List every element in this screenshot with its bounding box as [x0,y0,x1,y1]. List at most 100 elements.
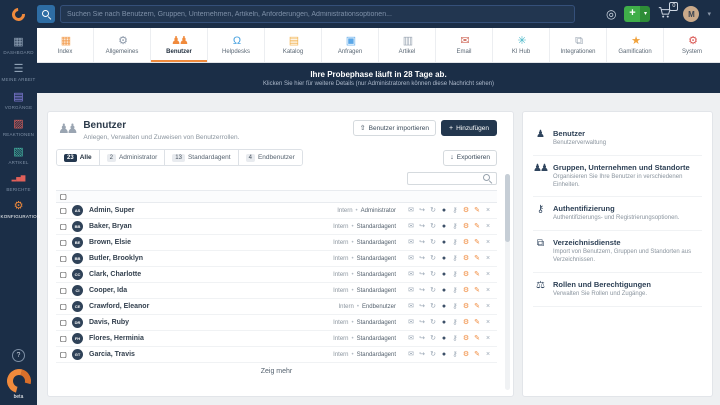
edit-icon[interactable]: ✎ [473,254,481,264]
admin-menu-item[interactable]: ▦ Index [37,28,93,62]
admin-menu-item[interactable]: Ω Helpdesks [207,28,264,62]
settings-icon[interactable]: ⚙ [462,206,470,216]
edit-icon[interactable]: ✎ [473,286,481,296]
delete-icon[interactable]: × [484,254,492,264]
edit-icon[interactable]: ✎ [473,270,481,280]
settings-icon[interactable]: ⚙ [462,270,470,280]
mail-icon[interactable]: ✉ [407,238,415,248]
settings-icon[interactable]: ⚙ [462,302,470,312]
settings-icon[interactable]: ⚙ [462,350,470,360]
settings-icon[interactable]: ⚙ [462,286,470,296]
admin-menu-item[interactable]: ♟♟ Benutzer [150,28,207,62]
settings-nav-item[interactable]: ⧉ Verzeichnisdienste Import von Benutzer… [533,231,702,273]
global-search-button[interactable] [37,5,55,23]
reset-password-icon[interactable]: ↻ [429,238,437,248]
permissions-icon[interactable]: ● [440,238,448,248]
role-filter-tab[interactable]: 4 Endbenutzer [237,150,302,165]
edit-icon[interactable]: ✎ [473,206,481,216]
admin-menu-item[interactable]: ✉ Email [435,28,492,62]
quick-add-button[interactable]: + ▾ [624,6,651,22]
table-row[interactable]: CI Cooper, Ida Intern • Standardagent ✉ … [56,283,497,299]
edit-icon[interactable]: ✎ [473,350,481,360]
row-checkbox[interactable] [60,239,67,246]
row-checkbox[interactable] [60,351,67,358]
login-as-icon[interactable]: ↪ [418,270,426,280]
reset-password-icon[interactable]: ↻ [429,350,437,360]
admin-menu-item[interactable]: ★ Gamification [606,28,663,62]
select-all-checkbox[interactable] [60,193,67,200]
permissions-icon[interactable]: ● [440,286,448,296]
settings-icon[interactable]: ⚙ [462,254,470,264]
table-row[interactable]: DR Davis, Ruby Intern • Standardagent ✉ … [56,315,497,331]
delete-icon[interactable]: × [484,206,492,216]
api-key-icon[interactable]: ⚷ [451,318,459,328]
row-checkbox[interactable] [60,287,67,294]
delete-icon[interactable]: × [484,270,492,280]
table-row[interactable]: AS Admin, Super Intern • Administrator ✉… [56,203,497,219]
table-row[interactable]: CE Crawford, Eleanor Intern • Endbenutze… [56,299,497,315]
admin-menu-item[interactable]: ⚙ System [663,28,720,62]
global-search-input[interactable] [60,5,575,23]
login-as-icon[interactable]: ↪ [418,334,426,344]
permissions-icon[interactable]: ● [440,222,448,232]
settings-icon[interactable]: ⚙ [462,238,470,248]
reset-password-icon[interactable]: ↻ [429,318,437,328]
permissions-icon[interactable]: ● [440,206,448,216]
permissions-icon[interactable]: ● [440,254,448,264]
sidebar-item[interactable]: ▤ VORGÄNGE [0,91,37,110]
delete-icon[interactable]: × [484,302,492,312]
api-key-icon[interactable]: ⚷ [451,286,459,296]
row-checkbox[interactable] [60,255,67,262]
admin-menu-item[interactable]: ▥ Artikel [378,28,435,62]
table-row[interactable]: BB Baker, Bryan Intern • Standardagent ✉… [56,219,497,235]
login-as-icon[interactable]: ↪ [418,286,426,296]
api-key-icon[interactable]: ⚷ [451,302,459,312]
reset-password-icon[interactable]: ↻ [429,334,437,344]
user-avatar[interactable]: M [683,6,700,22]
delete-icon[interactable]: × [484,318,492,328]
login-as-icon[interactable]: ↪ [418,318,426,328]
mail-icon[interactable]: ✉ [407,318,415,328]
role-filter-tab[interactable]: 13 Standardagent [164,150,238,165]
role-filter-tab[interactable]: 23 Alle [57,150,99,165]
admin-menu-item[interactable]: ⧉ Integrationen [549,28,606,62]
admin-menu-item[interactable]: ✳ KI Hub [492,28,549,62]
settings-icon[interactable]: ⚙ [462,222,470,232]
table-row[interactable]: BB Butler, Brooklyn Intern • Standardage… [56,251,497,267]
cart-button[interactable]: 0 [658,2,679,22]
show-more-link[interactable]: Zeig mehr [56,363,497,378]
mail-icon[interactable]: ✉ [407,302,415,312]
mail-icon[interactable]: ✉ [407,254,415,264]
edit-icon[interactable]: ✎ [473,238,481,248]
mail-icon[interactable]: ✉ [407,206,415,216]
table-row[interactable]: GT Garcia, Travis Intern • Standardagent… [56,347,497,363]
trial-banner[interactable]: Ihre Probephase läuft in 28 Tage ab. Kli… [37,63,720,93]
settings-nav-item[interactable]: ⚷ Authentifizierung Authentifizierungs- … [533,197,702,232]
admin-menu-item[interactable]: ⚙ Allgemeines [93,28,150,62]
admin-menu-item[interactable]: ▣ Anfragen [321,28,378,62]
sidebar-item[interactable]: ▦ DASHBOARD [0,36,37,55]
table-row[interactable]: CC Clark, Charlotte Intern • Standardage… [56,267,497,283]
permissions-icon[interactable]: ● [440,270,448,280]
add-user-button[interactable]: + Hinzufügen [441,120,497,136]
settings-nav-item[interactable]: ♟ Benutzer Benutzerverwaltung [533,122,702,156]
edit-icon[interactable]: ✎ [473,302,481,312]
delete-icon[interactable]: × [484,286,492,296]
settings-icon[interactable]: ⚙ [462,334,470,344]
table-scrollbar[interactable] [505,174,510,390]
login-as-icon[interactable]: ↪ [418,254,426,264]
login-as-icon[interactable]: ↪ [418,222,426,232]
table-row[interactable]: BE Brown, Elsie Intern • Standardagent ✉… [56,235,497,251]
row-checkbox[interactable] [60,223,67,230]
row-checkbox[interactable] [60,303,67,310]
login-as-icon[interactable]: ↪ [418,302,426,312]
permissions-icon[interactable]: ● [440,350,448,360]
help-button[interactable]: ? [12,349,25,362]
mail-icon[interactable]: ✉ [407,270,415,280]
admin-menu-item[interactable]: ▤ Katalog [264,28,321,62]
users-search-input[interactable] [412,175,483,182]
edit-icon[interactable]: ✎ [473,334,481,344]
api-key-icon[interactable]: ⚷ [451,270,459,280]
export-button[interactable]: ↓ Exportieren [443,149,497,166]
mail-icon[interactable]: ✉ [407,350,415,360]
